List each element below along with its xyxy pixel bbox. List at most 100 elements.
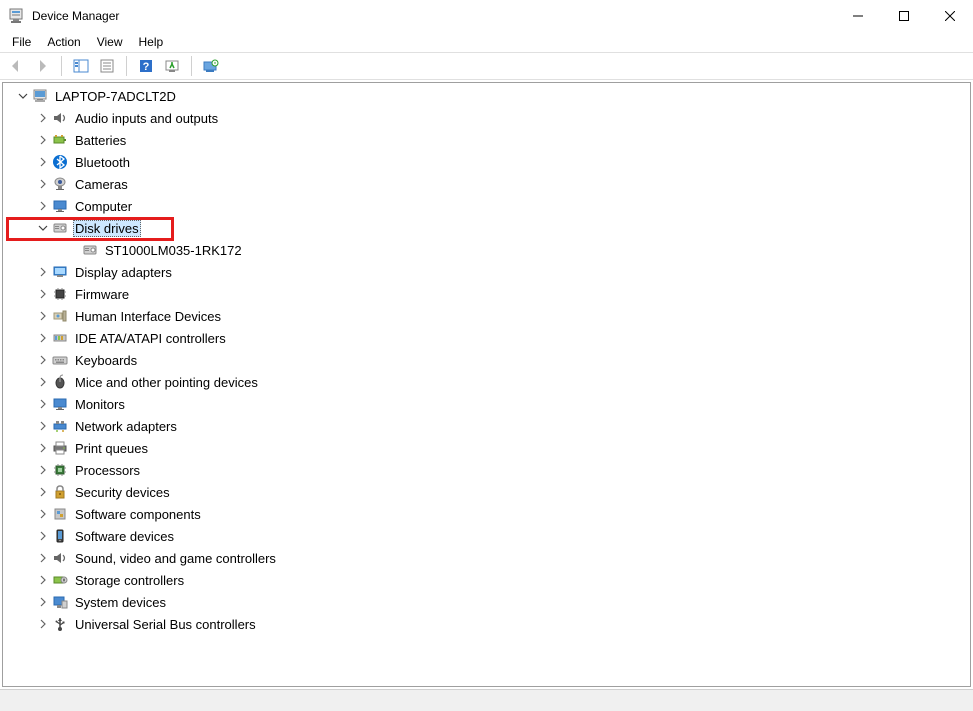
tree-category-security[interactable]: Security devices bbox=[5, 481, 970, 503]
tree-label: Bluetooth bbox=[73, 154, 132, 171]
tree-category-display[interactable]: Display adapters bbox=[5, 261, 970, 283]
chevron-right-icon[interactable] bbox=[35, 462, 51, 478]
chevron-right-icon[interactable] bbox=[35, 352, 51, 368]
title-bar: Device Manager bbox=[0, 0, 973, 32]
tree-label: Sound, video and game controllers bbox=[73, 550, 278, 567]
close-button[interactable] bbox=[927, 0, 973, 32]
properties-button[interactable] bbox=[95, 55, 119, 77]
chevron-right-icon[interactable] bbox=[35, 110, 51, 126]
display-adapter-icon bbox=[51, 264, 69, 280]
tree-root[interactable]: LAPTOP-7ADCLT2D bbox=[5, 85, 970, 107]
scan-hardware-button[interactable] bbox=[160, 55, 184, 77]
chevron-right-icon[interactable] bbox=[35, 440, 51, 456]
ide-icon bbox=[51, 330, 69, 346]
maximize-button[interactable] bbox=[881, 0, 927, 32]
tree-category-batteries[interactable]: Batteries bbox=[5, 129, 970, 151]
tree-label: Security devices bbox=[73, 484, 172, 501]
tree-label: Firmware bbox=[73, 286, 131, 303]
add-legacy-hardware-button[interactable] bbox=[199, 55, 223, 77]
back-button[interactable] bbox=[4, 55, 28, 77]
disk-icon bbox=[51, 220, 69, 236]
chevron-right-icon[interactable] bbox=[35, 396, 51, 412]
tree-label: Display adapters bbox=[73, 264, 174, 281]
tree-label: Print queues bbox=[73, 440, 150, 457]
menu-view[interactable]: View bbox=[89, 33, 131, 51]
tree-category-cameras[interactable]: Cameras bbox=[5, 173, 970, 195]
chevron-right-icon[interactable] bbox=[35, 198, 51, 214]
chevron-right-icon[interactable] bbox=[35, 374, 51, 390]
tree-category-sw-components[interactable]: Software components bbox=[5, 503, 970, 525]
monitor-icon bbox=[51, 396, 69, 412]
chevron-right-icon[interactable] bbox=[35, 418, 51, 434]
camera-icon bbox=[51, 176, 69, 192]
menu-action[interactable]: Action bbox=[39, 33, 88, 51]
chevron-right-icon[interactable] bbox=[35, 264, 51, 280]
tree-label: Mice and other pointing devices bbox=[73, 374, 260, 391]
tree-category-usb[interactable]: Universal Serial Bus controllers bbox=[5, 613, 970, 635]
tree-label: Processors bbox=[73, 462, 142, 479]
bluetooth-icon bbox=[51, 154, 69, 170]
tree-label: Universal Serial Bus controllers bbox=[73, 616, 258, 633]
chevron-down-icon[interactable] bbox=[35, 220, 51, 236]
chevron-right-icon[interactable] bbox=[35, 286, 51, 302]
chevron-right-icon[interactable] bbox=[35, 308, 51, 324]
chevron-right-icon[interactable] bbox=[35, 528, 51, 544]
tree-category-sw-devices[interactable]: Software devices bbox=[5, 525, 970, 547]
monitor-icon bbox=[51, 198, 69, 214]
chevron-right-icon[interactable] bbox=[35, 176, 51, 192]
network-icon bbox=[51, 418, 69, 434]
mouse-icon bbox=[51, 374, 69, 390]
tree-category-disk-drives[interactable]: Disk drives bbox=[5, 217, 970, 239]
help-button[interactable]: ? bbox=[134, 55, 158, 77]
tree-label: Software devices bbox=[73, 528, 176, 545]
tree-category-firmware[interactable]: Firmware bbox=[5, 283, 970, 305]
chevron-right-icon[interactable] bbox=[35, 594, 51, 610]
minimize-button[interactable] bbox=[835, 0, 881, 32]
tree-category-hid[interactable]: Human Interface Devices bbox=[5, 305, 970, 327]
menu-bar: File Action View Help bbox=[0, 32, 973, 52]
forward-button[interactable] bbox=[30, 55, 54, 77]
tree-category-system[interactable]: System devices bbox=[5, 591, 970, 613]
tree-label: Audio inputs and outputs bbox=[73, 110, 220, 127]
toolbar-separator bbox=[126, 56, 127, 76]
menu-file[interactable]: File bbox=[4, 33, 39, 51]
chevron-right-icon[interactable] bbox=[35, 484, 51, 500]
printer-icon bbox=[51, 440, 69, 456]
tree-category-sound[interactable]: Sound, video and game controllers bbox=[5, 547, 970, 569]
tree-label: Network adapters bbox=[73, 418, 179, 435]
chevron-right-icon[interactable] bbox=[35, 616, 51, 632]
chevron-right-icon[interactable] bbox=[35, 550, 51, 566]
tree-category-computer[interactable]: Computer bbox=[5, 195, 970, 217]
device-tree-panel[interactable]: LAPTOP-7ADCLT2D Audio inputs and outputs… bbox=[2, 82, 971, 687]
tree-root-label: LAPTOP-7ADCLT2D bbox=[53, 88, 178, 105]
chevron-right-icon[interactable] bbox=[35, 506, 51, 522]
tree-category-ide[interactable]: IDE ATA/ATAPI controllers bbox=[5, 327, 970, 349]
tree-label: System devices bbox=[73, 594, 168, 611]
battery-icon bbox=[51, 132, 69, 148]
tree-category-network[interactable]: Network adapters bbox=[5, 415, 970, 437]
chevron-right-icon[interactable] bbox=[35, 154, 51, 170]
tree-label: ST1000LM035-1RK172 bbox=[103, 242, 244, 259]
computer-icon bbox=[31, 88, 49, 104]
tree-category-storage[interactable]: Storage controllers bbox=[5, 569, 970, 591]
tree-category-mice[interactable]: Mice and other pointing devices bbox=[5, 371, 970, 393]
tree-category-monitors[interactable]: Monitors bbox=[5, 393, 970, 415]
speaker-icon bbox=[51, 550, 69, 566]
chevron-right-icon[interactable] bbox=[35, 330, 51, 346]
tree-label: Human Interface Devices bbox=[73, 308, 223, 325]
tree-category-bluetooth[interactable]: Bluetooth bbox=[5, 151, 970, 173]
tree-category-keyboards[interactable]: Keyboards bbox=[5, 349, 970, 371]
chevron-right-icon[interactable] bbox=[35, 572, 51, 588]
tree-category-processors[interactable]: Processors bbox=[5, 459, 970, 481]
svg-text:?: ? bbox=[143, 61, 150, 73]
chip-icon bbox=[51, 286, 69, 302]
tree-category-audio[interactable]: Audio inputs and outputs bbox=[5, 107, 970, 129]
tree-item-disk-drive[interactable]: ST1000LM035-1RK172 bbox=[5, 239, 970, 261]
storage-controller-icon bbox=[51, 572, 69, 588]
tree-category-print[interactable]: Print queues bbox=[5, 437, 970, 459]
chevron-right-icon[interactable] bbox=[35, 132, 51, 148]
chevron-down-icon[interactable] bbox=[15, 88, 31, 104]
menu-help[interactable]: Help bbox=[131, 33, 172, 51]
show-hide-tree-button[interactable] bbox=[69, 55, 93, 77]
cpu-icon bbox=[51, 462, 69, 478]
